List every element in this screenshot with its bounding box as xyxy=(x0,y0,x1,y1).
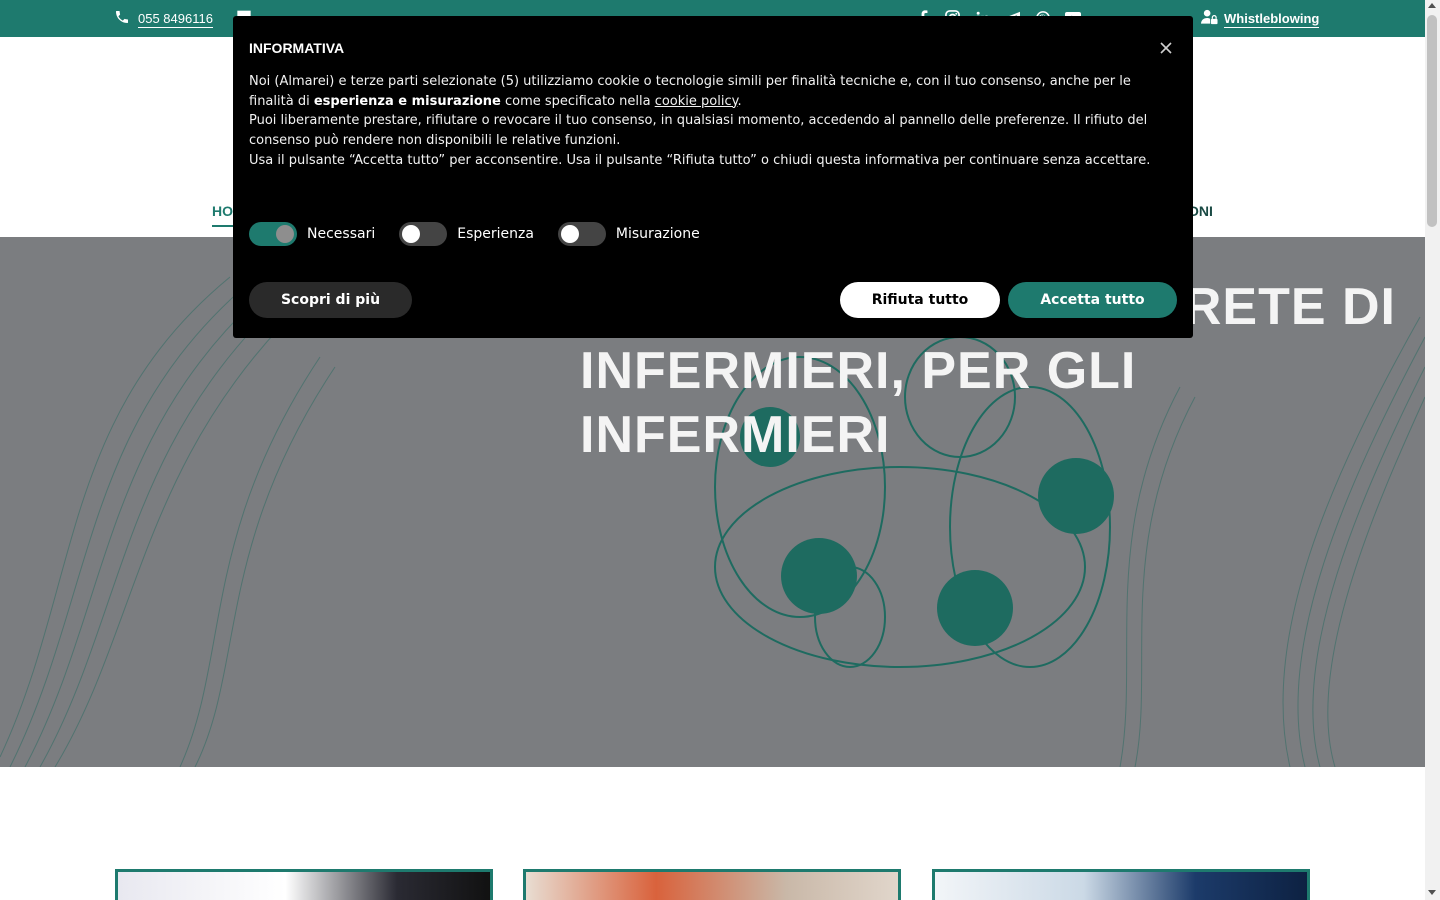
nav-item-home[interactable]: HO xyxy=(212,203,233,227)
accept-all-button[interactable]: Accetta tutto xyxy=(1008,282,1177,318)
necessary-label: Necessari xyxy=(307,226,376,242)
toggle-experience: Esperienza xyxy=(399,222,534,246)
feature-card-2[interactable] xyxy=(523,869,901,900)
dialog-title: INFORMATIVA xyxy=(249,40,345,56)
necessary-switch[interactable] xyxy=(249,222,297,246)
toggle-necessary: Necessari xyxy=(249,222,375,246)
cookie-consent-dialog: INFORMATIVA Noi (Almarei) e terze parti … xyxy=(233,16,1193,338)
phone-link[interactable]: 055 8496116 xyxy=(114,9,213,28)
measurement-label: Misurazione xyxy=(615,226,700,242)
dialog-paragraph-1: Noi (Almarei) e terze parti selezionate … xyxy=(249,74,1131,109)
scroll-down-arrow-icon[interactable] xyxy=(1428,890,1436,895)
feature-card-1[interactable] xyxy=(115,869,493,900)
dialog-body: Noi (Almarei) e terze parti selezionate … xyxy=(249,72,1154,171)
page-scrollbar[interactable] xyxy=(1425,0,1440,900)
scroll-up-arrow-icon[interactable] xyxy=(1428,3,1436,8)
whistleblowing-label: Whistleblowing xyxy=(1224,10,1320,28)
scroll-thumb[interactable] xyxy=(1427,15,1437,227)
cookie-policy-link[interactable]: cookie policy xyxy=(655,94,738,109)
experience-label: Esperienza xyxy=(457,226,534,242)
experience-switch[interactable] xyxy=(399,222,448,246)
dialog-paragraph-3: Usa il pulsante “Accetta tutto” per acco… xyxy=(249,152,1151,168)
phone-icon xyxy=(114,9,130,28)
dialog-paragraph-2: Puoi liberamente prestare, rifiutare o r… xyxy=(249,113,1148,149)
reject-all-button[interactable]: Rifiuta tutto xyxy=(840,282,1000,318)
phone-number: 055 8496116 xyxy=(138,10,213,28)
toggle-measurement: Misurazione xyxy=(557,222,700,246)
whistleblowing-link[interactable]: Whistleblowing xyxy=(1201,9,1320,28)
hero-title-line-2: INFERMIERI, PER GLI xyxy=(580,342,1137,400)
close-icon[interactable] xyxy=(1159,40,1173,54)
feature-card-3[interactable] xyxy=(932,869,1310,900)
learn-more-button[interactable]: Scopri di più xyxy=(249,282,412,318)
consent-toggles: Necessari Esperienza Misurazione xyxy=(249,222,724,246)
measurement-switch[interactable] xyxy=(557,222,606,246)
hero-title-line-3: INFERMIERI xyxy=(580,406,891,464)
user-lock-icon xyxy=(1201,9,1218,28)
